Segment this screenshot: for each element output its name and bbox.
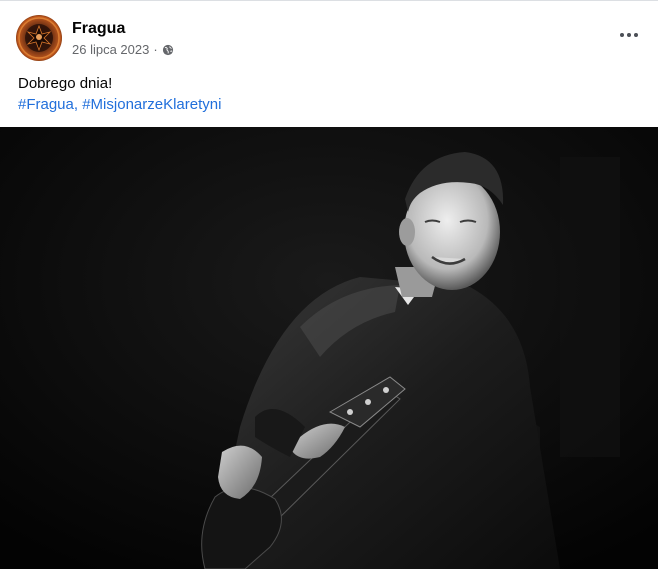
post-header: Fragua 26 lipca 2023 · [16,15,174,61]
fragua-logo-icon [18,17,60,59]
hashtag-separator: , [73,96,83,113]
author-name[interactable]: Fragua [72,19,174,39]
more-options-icon [634,33,638,37]
post-hashtags: #Fragua, #MisjonarzeKlaretyni [18,94,221,115]
post-text: Dobrego dnia! #Fragua, #MisjonarzeKlaret… [18,73,221,115]
more-options-button[interactable] [614,23,644,47]
separator-dot: · [153,42,158,57]
post-card: Fragua 26 lipca 2023 · Dobrego dnia! #Fr… [0,0,658,569]
hashtag-link[interactable]: #Fragua [18,96,74,113]
post-photo[interactable] [0,127,658,569]
author-avatar[interactable] [16,15,62,61]
more-options-icon [620,33,624,37]
post-subline: 26 lipca 2023 · [72,42,174,57]
post-meta: Fragua 26 lipca 2023 · [72,19,174,57]
post-date[interactable]: 26 lipca 2023 [72,42,149,57]
hashtag-link[interactable]: #MisjonarzeKlaretyni [82,96,221,113]
post-message: Dobrego dnia! [18,75,113,92]
globe-icon[interactable] [162,44,174,56]
guitarist-photo [0,127,658,569]
more-options-icon [627,33,631,37]
